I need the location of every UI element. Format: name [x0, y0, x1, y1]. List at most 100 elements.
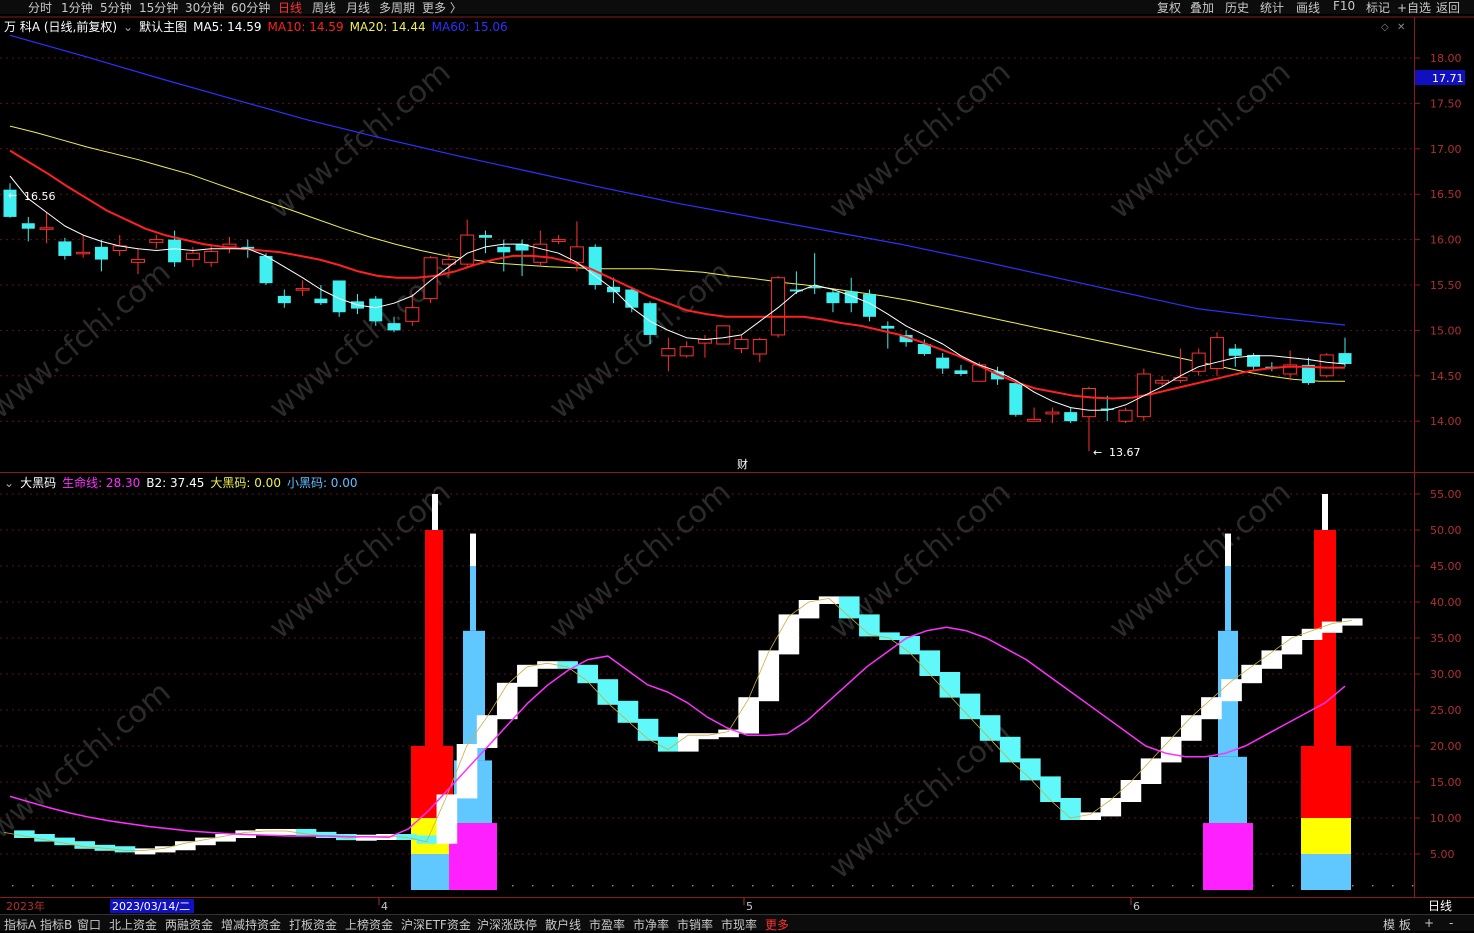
candle-body-down: [387, 323, 401, 331]
month-label-5: 5: [746, 900, 753, 913]
b2-step: [416, 835, 438, 844]
watermark-text: www.cfchi.com: [543, 475, 738, 646]
date-dot: [372, 885, 374, 887]
tab-etf[interactable]: 沪深ETF资金: [401, 916, 471, 933]
date-dot: [272, 885, 274, 887]
candle-body-down: [1009, 383, 1023, 415]
template-chevron-icon[interactable]: ⌄: [123, 20, 133, 34]
date-dot: [72, 885, 74, 887]
date-dot: [552, 885, 554, 887]
price-tick-label: 14.00: [1430, 415, 1462, 428]
b2-step: [778, 614, 800, 655]
b2-step: [758, 650, 780, 702]
tab-northbound[interactable]: 北上资金: [109, 916, 157, 933]
year-label: 2023年: [6, 899, 45, 913]
watermark-text: www.cfchi.com: [823, 55, 1018, 226]
candle-body-up: [551, 239, 566, 242]
b2-step: [255, 828, 277, 835]
date-dot: [352, 885, 354, 887]
date-dot: [1072, 885, 1074, 887]
price-tick-label: 16.50: [1430, 188, 1462, 201]
b2-step: [738, 697, 759, 734]
date-dot: [1352, 885, 1354, 887]
candle-body-down: [1228, 348, 1242, 356]
b2-step: [436, 794, 458, 844]
kline-chart[interactable]: www.cfchi.com www.cfchi.com www.cfchi.com w…: [0, 0, 1474, 914]
date-dot: [192, 885, 194, 887]
tab-pcf[interactable]: 市现率: [721, 916, 757, 933]
candle-body-up: [131, 259, 146, 263]
date-dot: [532, 885, 534, 887]
price-tick-label: 18.00: [1430, 52, 1462, 65]
tab-pe[interactable]: 市盈率: [589, 916, 625, 933]
b2-step: [838, 596, 860, 619]
indicator-chevron-icon[interactable]: ⌄: [4, 476, 14, 490]
date-dot: [1012, 885, 1014, 887]
ma5-value: MA5: 14.59: [193, 20, 262, 34]
tab-more[interactable]: 更多: [765, 916, 789, 933]
b2-value: B2: 37.45: [146, 476, 205, 490]
month-label-4: 4: [381, 900, 388, 913]
b2-step: [959, 693, 981, 720]
b2-step: [557, 661, 578, 669]
tab-margin[interactable]: 两融资金: [165, 916, 213, 933]
zoom-in-button[interactable]: +: [1424, 916, 1434, 930]
candle-body-down: [168, 239, 182, 263]
tab-window[interactable]: 窗口: [77, 916, 101, 933]
tab-retail[interactable]: 散户线: [545, 916, 581, 933]
tab-limit-up[interactable]: 打板资金: [289, 916, 337, 933]
b2-step: [899, 636, 920, 655]
watermark-text: www.cfchi.com: [823, 475, 1018, 646]
date-dot: [1172, 885, 1174, 887]
indicator-name[interactable]: 大黑码: [20, 476, 56, 490]
date-dot: [232, 885, 234, 887]
date-dot: [112, 885, 114, 887]
b2-step: [34, 834, 55, 842]
indicator-tick-label: 10.00: [1430, 812, 1462, 825]
diamond-icon[interactable]: ◇: [1381, 22, 1389, 33]
period-label[interactable]: 日线: [1428, 899, 1452, 913]
candle-body-down: [954, 370, 968, 374]
close-icon[interactable]: ✕: [1397, 22, 1405, 33]
b2-step: [1140, 758, 1162, 784]
candle-body-down: [1338, 353, 1352, 364]
tab-dragon-tiger[interactable]: 上榜资金: [345, 916, 393, 933]
b2-step: [1180, 715, 1202, 741]
indicator-axis: 55.00 50.00 45.00 40.00 35.00 30.00 25.00 20.00…: [1414, 488, 1462, 861]
b2-step: [1020, 758, 1041, 781]
date-dot: [292, 885, 294, 887]
tab-ps[interactable]: 市销率: [677, 916, 713, 933]
date-dot: [1152, 885, 1154, 887]
candle-body-up: [460, 234, 475, 265]
tab-holding-change[interactable]: 增减持资金: [221, 916, 281, 933]
candle-body-down: [369, 298, 383, 322]
small-value: 小黑码: 0.00: [286, 476, 358, 490]
date-dot: [1372, 885, 1374, 887]
candle-body-up: [149, 239, 164, 243]
template-name[interactable]: 默认主图: [139, 20, 187, 34]
zoom-out-button[interactable]: -: [1449, 916, 1453, 930]
tab-indicator-a[interactable]: 指标A: [4, 916, 36, 933]
b2-step: [476, 715, 498, 748]
candle-body-down: [478, 235, 492, 238]
indicator-tick-label: 45.00: [1430, 560, 1462, 573]
candle-body-down: [21, 223, 35, 229]
date-dot: [52, 885, 54, 887]
b2-step: [597, 679, 619, 705]
template-button[interactable]: 模 板: [1383, 916, 1411, 933]
tab-pb[interactable]: 市净率: [633, 916, 669, 933]
candle-body-up: [752, 338, 767, 355]
candle-body-up: [423, 257, 438, 300]
b2-step: [859, 614, 880, 637]
candle-body-down: [1064, 412, 1078, 422]
b2-step: [215, 834, 236, 842]
finance-marker[interactable]: 财: [737, 457, 748, 471]
tab-limit-stats[interactable]: 沪深涨跌停: [477, 916, 537, 933]
b2-step: [637, 718, 659, 741]
date-dot: [332, 885, 334, 887]
date-dot: [12, 885, 14, 887]
tab-indicator-b[interactable]: 指标B: [40, 916, 72, 933]
high-arrow: ←: [8, 189, 17, 202]
indicator-tick-label: 40.00: [1430, 596, 1462, 609]
stock-name[interactable]: 万 科A (日线,前复权): [4, 20, 117, 34]
